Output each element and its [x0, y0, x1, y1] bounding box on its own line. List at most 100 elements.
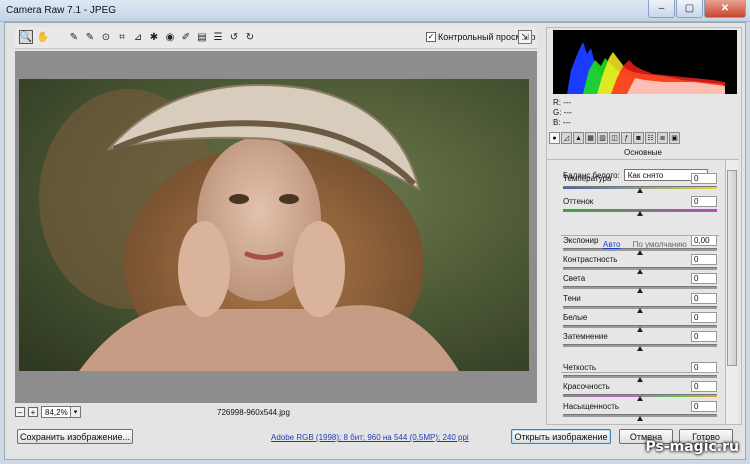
slider-label: Белые — [563, 313, 588, 322]
slider-value-field[interactable]: 0 — [691, 273, 717, 284]
zoom-dropdown-icon[interactable]: ▾ — [71, 406, 81, 418]
slider-label: Насыщенность — [563, 402, 620, 411]
open-image-button[interactable]: Открыть изображение — [511, 429, 611, 444]
divider — [561, 372, 719, 373]
watermark: Ps-magic.ru — [645, 439, 739, 455]
tab-settings-icon[interactable]: ≣ — [657, 132, 668, 144]
fullscreen-icon[interactable]: ⇲ — [518, 30, 532, 44]
tab-lens-icon[interactable]: ◫ — [609, 132, 620, 144]
slider-value-field[interactable]: 0 — [691, 173, 717, 184]
rotate-left-icon[interactable]: ↺ — [227, 30, 241, 44]
red-eye-icon[interactable]: ◉ — [163, 30, 177, 44]
slider-value-field[interactable]: 0 — [691, 196, 717, 207]
slider-row: Насыщенность 0 — [563, 401, 717, 421]
white-balance-tool-icon[interactable]: ✎ — [67, 30, 81, 44]
file-name: 726998-960x544.jpg — [217, 407, 290, 417]
tab-presets-icon[interactable]: ☷ — [645, 132, 656, 144]
zoom-level-field[interactable]: 84,2% — [41, 406, 71, 418]
window-title: Camera Raw 7.1 - JPEG — [6, 5, 117, 16]
default-link[interactable]: По умолчанию — [633, 240, 687, 249]
adjustment-brush-icon[interactable]: ✐ — [179, 30, 193, 44]
slider-knob[interactable] — [637, 346, 643, 351]
b-readout: B: --- — [553, 118, 571, 127]
zoom-in-button[interactable]: + — [28, 407, 38, 417]
title-bar: Camera Raw 7.1 - JPEG – ▢ ✕ — [0, 0, 750, 22]
rotate-right-icon[interactable]: ↻ — [243, 30, 257, 44]
targeted-adjustment-icon[interactable]: ⊙ — [99, 30, 113, 44]
slider-knob[interactable] — [637, 211, 643, 216]
slider-knob[interactable] — [637, 188, 643, 193]
slider-label: Четкость — [563, 363, 597, 372]
hand-tool-icon[interactable]: ✋ — [36, 30, 50, 44]
preview-checkbox[interactable]: ✓ — [426, 32, 436, 42]
tab-detail-icon[interactable]: ▲ — [573, 132, 584, 144]
image-canvas[interactable] — [15, 51, 537, 403]
window-controls: – ▢ ✕ — [647, 0, 746, 18]
divider — [561, 235, 719, 236]
slider-label: Красочность — [563, 382, 610, 391]
minimize-button[interactable]: – — [648, 0, 675, 18]
histogram-graph — [567, 42, 725, 94]
tab-effects-icon[interactable]: ƒ — [621, 132, 632, 144]
graduated-filter-icon[interactable]: ▤ — [195, 30, 209, 44]
slider-label: Контрастность — [563, 255, 618, 264]
slider-label: Света — [563, 274, 586, 283]
preview-image — [19, 79, 529, 371]
portrait-photo — [19, 79, 529, 371]
panel-scrollbar[interactable] — [725, 160, 737, 424]
slider-row: Света 0 — [563, 273, 717, 293]
slider-value-field[interactable]: 0 — [691, 381, 717, 392]
slider-label: Температура — [563, 174, 612, 183]
slider-row: Оттенок 0 — [563, 196, 717, 216]
slider-value-field[interactable]: 0 — [691, 401, 717, 412]
slider-row: Красочность 0 — [563, 381, 717, 401]
zoom-tool-icon[interactable]: 🔍 — [19, 30, 33, 44]
color-sampler-tool-icon[interactable]: ✎ — [83, 30, 97, 44]
preferences-icon[interactable]: ☰ — [211, 30, 225, 44]
g-readout: G: --- — [553, 108, 572, 117]
slider-value-field[interactable]: 0 — [691, 293, 717, 304]
tool-bar: 🔍 ✋ ✎ ✎ ⊙ ⌗ ⊿ ✱ ◉ ✐ ▤ ☰ ↺ ↻ ✓ Контрольны… — [15, 27, 537, 49]
slider-label: Оттенок — [563, 197, 594, 206]
slider-value-field[interactable]: 0 — [691, 312, 717, 323]
slider-value-field[interactable]: 0 — [691, 331, 717, 342]
slider-knob[interactable] — [637, 416, 643, 421]
camera-raw-dialog: 🔍 ✋ ✎ ✎ ⊙ ⌗ ⊿ ✱ ◉ ✐ ▤ ☰ ↺ ↻ ✓ Контрольны… — [4, 22, 746, 460]
tab-tone-curve-icon[interactable]: ◿ — [561, 132, 572, 144]
workflow-options-link[interactable]: Adobe RGB (1998); 8 бит; 960 на 544 (0,5… — [271, 433, 469, 442]
status-bar: – + 84,2% ▾ 726998-960x544.jpg — [15, 405, 537, 419]
slider-value-field[interactable]: 0,00 — [691, 235, 717, 246]
histogram — [553, 30, 737, 94]
slider-value-field[interactable]: 0 — [691, 254, 717, 265]
tab-camera-calibration-icon[interactable]: ◙ — [633, 132, 644, 144]
slider-row: Температура 0 — [563, 173, 717, 193]
close-button[interactable]: ✕ — [704, 0, 746, 18]
tab-snapshots-icon[interactable]: ▣ — [669, 132, 680, 144]
panel-title: Основные — [547, 148, 739, 160]
rgb-readout: R: --- G: --- B: --- — [553, 98, 572, 128]
save-image-button[interactable]: Сохранить изображение... — [17, 429, 133, 444]
auto-default-row: Авто По умолчанию — [603, 240, 687, 249]
tab-basic-icon[interactable]: ● — [549, 132, 560, 144]
auto-link[interactable]: Авто — [603, 240, 620, 249]
straighten-tool-icon[interactable]: ⊿ — [131, 30, 145, 44]
slider-knob[interactable] — [637, 396, 643, 401]
scrollbar-thumb[interactable] — [727, 170, 737, 366]
tab-hsl-icon[interactable]: ▦ — [585, 132, 596, 144]
zoom-out-button[interactable]: – — [15, 407, 25, 417]
panel-tabs: ● ◿ ▲ ▦ ▥ ◫ ƒ ◙ ☷ ≣ ▣ — [549, 132, 739, 146]
r-readout: R: --- — [553, 98, 572, 107]
slider-row: Затемнение 0 — [563, 331, 717, 351]
slider-label: Затемнение — [563, 332, 608, 341]
adjustments-panel: R: --- G: --- B: --- ● ◿ ▲ ▦ ▥ ◫ ƒ ◙ ☷ ≣… — [546, 27, 742, 425]
slider-row: Белые 0 — [563, 312, 717, 332]
slider-knob[interactable] — [637, 288, 643, 293]
slider-label: Тени — [563, 294, 581, 303]
slider-row: Тени 0 — [563, 293, 717, 313]
tab-split-toning-icon[interactable]: ▥ — [597, 132, 608, 144]
spot-removal-icon[interactable]: ✱ — [147, 30, 161, 44]
slider-row: Контрастность 0 — [563, 254, 717, 274]
crop-tool-icon[interactable]: ⌗ — [115, 30, 129, 44]
maximize-button[interactable]: ▢ — [676, 0, 703, 18]
slider-label: Экспонир — [563, 236, 599, 245]
